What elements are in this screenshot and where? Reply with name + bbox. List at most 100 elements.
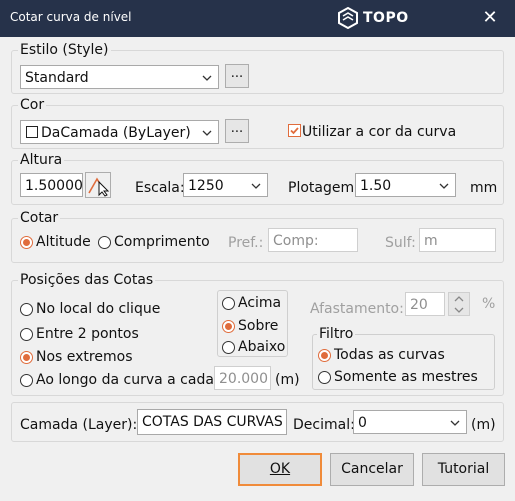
topo-logo: TOPO — [337, 6, 409, 30]
radio-unchecked-icon — [222, 296, 235, 310]
chevron-down-icon — [450, 420, 460, 426]
radio-unchecked-icon — [20, 373, 33, 387]
pref-input[interactable]: Comp: — [268, 228, 358, 252]
decimal-select[interactable]: 0 — [353, 410, 467, 434]
escala-label: Escala: — [135, 180, 185, 196]
radio-unchecked-icon — [318, 370, 331, 384]
pref-label: Pref.: — [228, 235, 264, 251]
vert-abaixo-label: Abaixo — [238, 339, 286, 355]
height-input[interactable]: 1.50000 — [20, 173, 83, 197]
tutorial-button-label: Tutorial — [437, 461, 490, 477]
plotagem-unit: mm — [470, 180, 498, 196]
style-select[interactable]: Standard — [20, 65, 219, 89]
filtro-legend: Filtro — [317, 326, 356, 342]
logo-text: TOPO — [363, 10, 409, 26]
radio-checked-icon — [318, 348, 331, 362]
color-more-label: ... — [230, 121, 244, 136]
spin-down-button[interactable] — [449, 304, 469, 315]
estilo-legend: Estilo (Style) — [18, 42, 111, 58]
use-curve-color-label: Utilizar a cor da curva — [302, 124, 457, 140]
interval-unit: (m) — [275, 372, 300, 388]
cotar-comprimento-radio[interactable]: Comprimento — [98, 233, 210, 251]
pos-no-local-radio[interactable]: No local do clique — [20, 300, 160, 318]
camada-label: Camada (Layer): — [20, 417, 138, 433]
sulf-input[interactable]: m — [419, 228, 496, 252]
filtro-mestres-radio[interactable]: Somente as mestres — [318, 368, 478, 386]
afastamento-input-value: 20 — [410, 297, 428, 313]
color-select[interactable]: DaCamada (ByLayer) — [20, 120, 219, 144]
decimal-select-value: 0 — [358, 415, 367, 431]
pos-ao-longo-label: Ao longo da curva a cada: — [36, 372, 219, 388]
pos-entre-pontos-label: Entre 2 pontos — [36, 326, 139, 342]
chevron-up-icon — [454, 295, 464, 301]
interval-input[interactable]: 20.000 — [214, 366, 271, 390]
pos-entre-pontos-radio[interactable]: Entre 2 pontos — [20, 325, 139, 343]
pref-input-value: Comp: — [273, 233, 319, 249]
pos-extremos-radio[interactable]: Nos extremos — [20, 348, 132, 366]
ok-button-label: OK — [269, 461, 291, 477]
radio-unchecked-icon — [98, 235, 111, 249]
tutorial-button[interactable]: Tutorial — [422, 453, 505, 486]
close-icon: ✕ — [482, 7, 498, 28]
radio-checked-icon — [222, 319, 235, 333]
filtro-mestres-label: Somente as mestres — [334, 369, 478, 385]
radio-unchecked-icon — [20, 327, 33, 341]
chevron-down-icon — [251, 183, 261, 189]
cancel-button-label: Cancelar — [341, 461, 403, 477]
plotagem-select-value: 1.50 — [360, 178, 392, 194]
cotar-comprimento-label: Comprimento — [114, 234, 210, 250]
altura-legend: Altura — [18, 152, 65, 168]
use-curve-color-checkbox[interactable] — [288, 124, 301, 137]
title-bar: Cotar curva de nível TOPO ✕ — [0, 0, 515, 37]
color-more-button[interactable]: ... — [225, 119, 249, 143]
decimal-label: Decimal: — [293, 417, 355, 433]
style-more-button[interactable]: ... — [225, 64, 249, 88]
layer-input-value: COTAS DAS CURVAS — [142, 414, 283, 430]
pos-ao-longo-radio[interactable]: Ao longo da curva a cada: — [20, 371, 219, 389]
filtro-todas-radio[interactable]: Todas as curvas — [318, 346, 445, 364]
close-button[interactable]: ✕ — [480, 7, 500, 29]
plotagem-select[interactable]: 1.50 — [355, 173, 456, 197]
cotar-altitude-radio[interactable]: Altitude — [20, 233, 91, 251]
height-input-value: 1.50000 — [25, 178, 83, 194]
afastamento-label: Afastamento: — [310, 301, 404, 317]
posicoes-legend: Posições das Cotas — [18, 272, 156, 288]
spin-up-button[interactable] — [449, 293, 469, 304]
radio-checked-icon — [20, 235, 33, 249]
chevron-down-icon — [439, 183, 449, 189]
chevron-down-icon — [202, 75, 212, 81]
filtro-todas-label: Todas as curvas — [334, 347, 445, 363]
afastamento-spinner[interactable] — [448, 292, 470, 316]
vert-acima-label: Acima — [238, 295, 282, 311]
layer-input[interactable]: COTAS DAS CURVAS — [137, 409, 287, 435]
radio-checked-icon — [20, 350, 33, 364]
plotagem-label: Plotagem: — [288, 180, 359, 196]
escala-select[interactable]: 1250 — [183, 173, 268, 197]
vert-sobre-radio[interactable]: Sobre — [222, 317, 278, 335]
pos-no-local-label: No local do clique — [36, 301, 161, 317]
vert-abaixo-radio[interactable]: Abaixo — [222, 338, 285, 356]
style-select-value: Standard — [25, 70, 89, 86]
style-more-label: ... — [230, 66, 244, 81]
window-title: Cotar curva de nível — [10, 10, 132, 24]
ok-button[interactable]: OK — [238, 453, 322, 486]
sulf-input-value: m — [424, 233, 438, 249]
pick-cursor-icon — [88, 177, 110, 197]
color-swatch-icon — [26, 126, 38, 138]
pos-extremos-label: Nos extremos — [36, 349, 133, 365]
cancel-button[interactable]: Cancelar — [330, 453, 414, 486]
radio-unchecked-icon — [222, 340, 235, 354]
color-select-value: DaCamada (ByLayer) — [41, 125, 191, 141]
cotar-altitude-label: Altitude — [36, 234, 91, 250]
checkmark-icon — [290, 127, 299, 135]
radio-unchecked-icon — [20, 302, 33, 316]
vert-acima-radio[interactable]: Acima — [222, 294, 281, 312]
afastamento-unit: % — [482, 296, 496, 312]
interval-input-value: 20.000 — [219, 371, 268, 387]
vert-sobre-label: Sobre — [238, 318, 279, 334]
pick-height-button[interactable] — [85, 172, 111, 198]
escala-select-value: 1250 — [188, 178, 224, 194]
topo-logo-icon — [338, 7, 358, 29]
afastamento-input[interactable]: 20 — [405, 292, 445, 316]
decimal-unit: (m) — [471, 417, 496, 433]
